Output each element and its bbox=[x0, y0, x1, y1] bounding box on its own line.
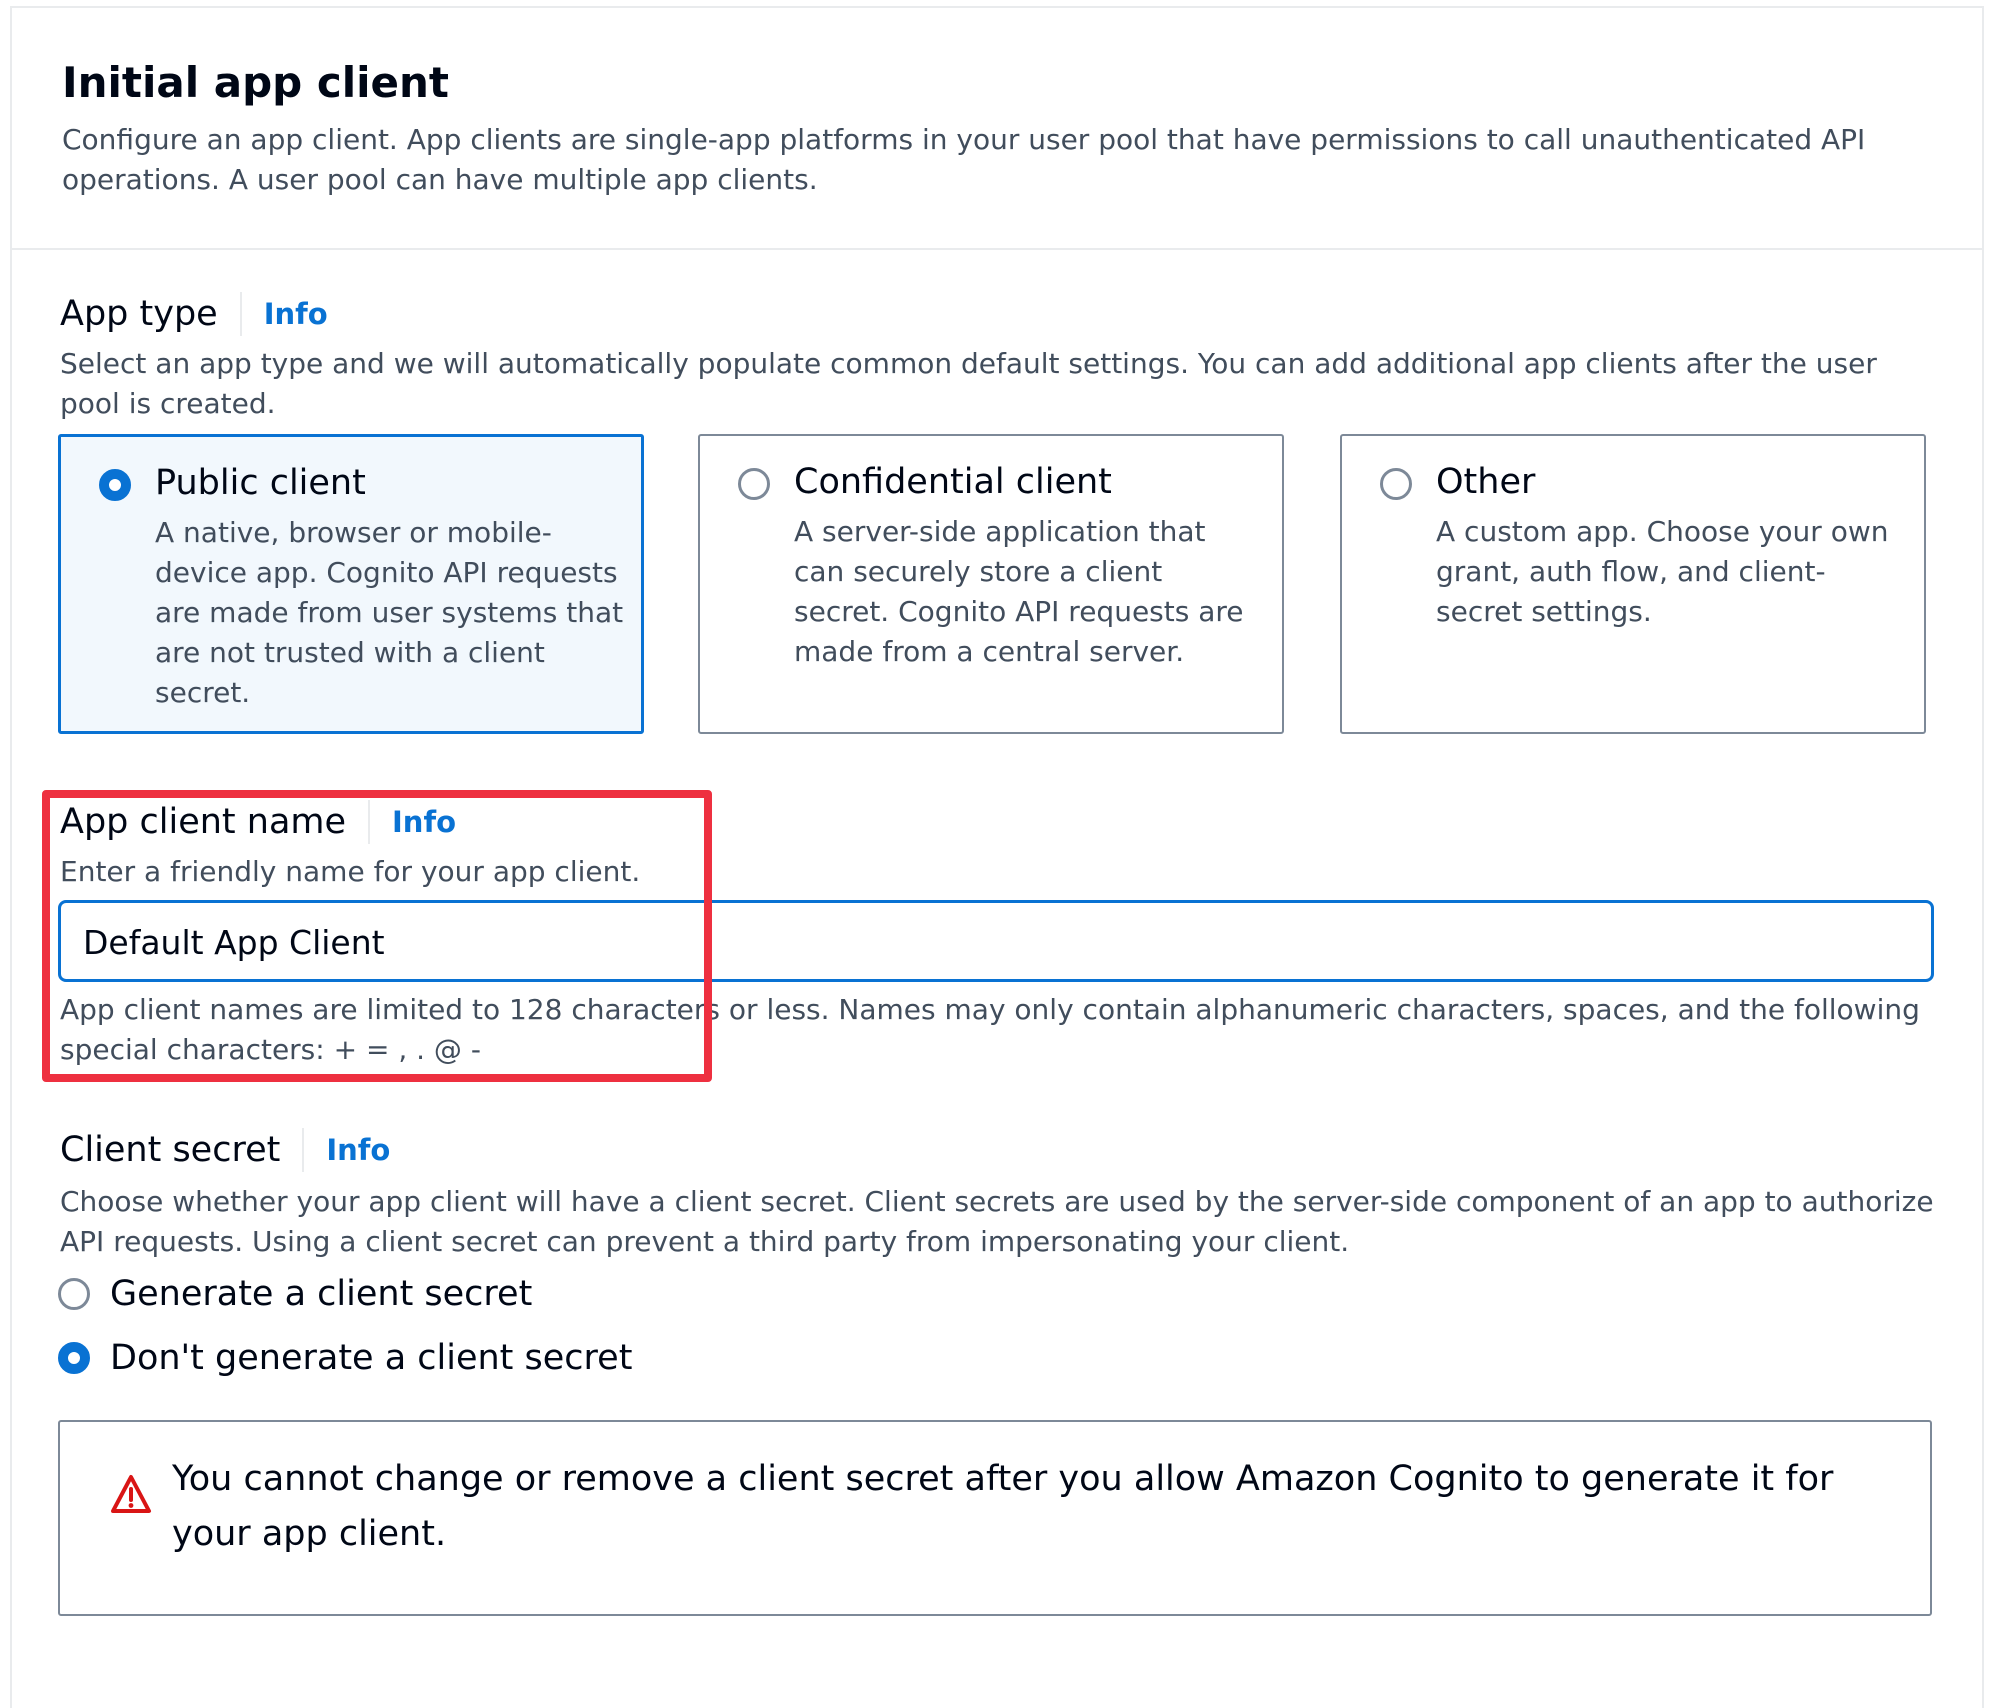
tile-title: Public client bbox=[155, 463, 366, 503]
app-client-name-label-row: App client name Info bbox=[60, 800, 456, 844]
tile-public-client[interactable]: Public client A native, browser or mobil… bbox=[58, 434, 644, 734]
page-title: Initial app client bbox=[62, 58, 450, 107]
tile-confidential-client[interactable]: Confidential client A server-side applic… bbox=[698, 434, 1284, 734]
warning-text: You cannot change or remove a client sec… bbox=[172, 1459, 1834, 1554]
warning-alert: You cannot change or remove a client sec… bbox=[58, 1420, 1932, 1616]
app-client-name-input[interactable]: Default App Client bbox=[58, 900, 1934, 982]
tile-description: A server-side application that can secur… bbox=[794, 515, 1244, 668]
option-label: Generate a client secret bbox=[110, 1274, 533, 1314]
client-secret-label: Client secret bbox=[60, 1130, 281, 1170]
radio-public-client[interactable] bbox=[99, 469, 131, 501]
tile-description: A custom app. Choose your own grant, aut… bbox=[1436, 515, 1889, 628]
option-label: Don't generate a client secret bbox=[110, 1338, 633, 1378]
radio-other[interactable] bbox=[1380, 468, 1412, 500]
option-dont-generate-secret[interactable]: Don't generate a client secret bbox=[58, 1338, 632, 1378]
warning-icon bbox=[111, 1475, 151, 1513]
tile-title: Other bbox=[1436, 462, 1536, 502]
label-divider bbox=[239, 292, 242, 336]
label-divider bbox=[368, 800, 371, 844]
panel-header: Initial app client Configure an app clie… bbox=[12, 8, 1982, 250]
app-client-name-info-link[interactable]: Info bbox=[392, 805, 456, 839]
radio-generate-secret[interactable] bbox=[58, 1278, 90, 1310]
app-type-label-row: App type Info bbox=[60, 292, 328, 336]
client-secret-info-link[interactable]: Info bbox=[326, 1133, 390, 1167]
client-secret-label-row: Client secret Info bbox=[60, 1128, 390, 1172]
app-client-name-label: App client name bbox=[60, 802, 347, 842]
page-description: Configure an app client. App clients are… bbox=[62, 123, 1866, 196]
radio-dont-generate-secret[interactable] bbox=[58, 1342, 90, 1374]
tile-other[interactable]: Other A custom app. Choose your own gran… bbox=[1340, 434, 1926, 734]
app-type-label: App type bbox=[60, 294, 218, 334]
app-client-name-description: Enter a friendly name for your app clien… bbox=[60, 855, 641, 888]
label-divider bbox=[302, 1128, 305, 1172]
app-client-name-constraint: App client names are limited to 128 char… bbox=[60, 993, 1920, 1066]
radio-confidential-client[interactable] bbox=[738, 468, 770, 500]
app-type-description: Select an app type and we will automatic… bbox=[60, 347, 1877, 420]
option-generate-secret[interactable]: Generate a client secret bbox=[58, 1274, 532, 1314]
tile-description: A native, browser or mobile-device app. … bbox=[155, 516, 624, 709]
tile-title: Confidential client bbox=[794, 462, 1112, 502]
client-secret-description: Choose whether your app client will have… bbox=[60, 1185, 1934, 1258]
app-type-info-link[interactable]: Info bbox=[264, 297, 328, 331]
